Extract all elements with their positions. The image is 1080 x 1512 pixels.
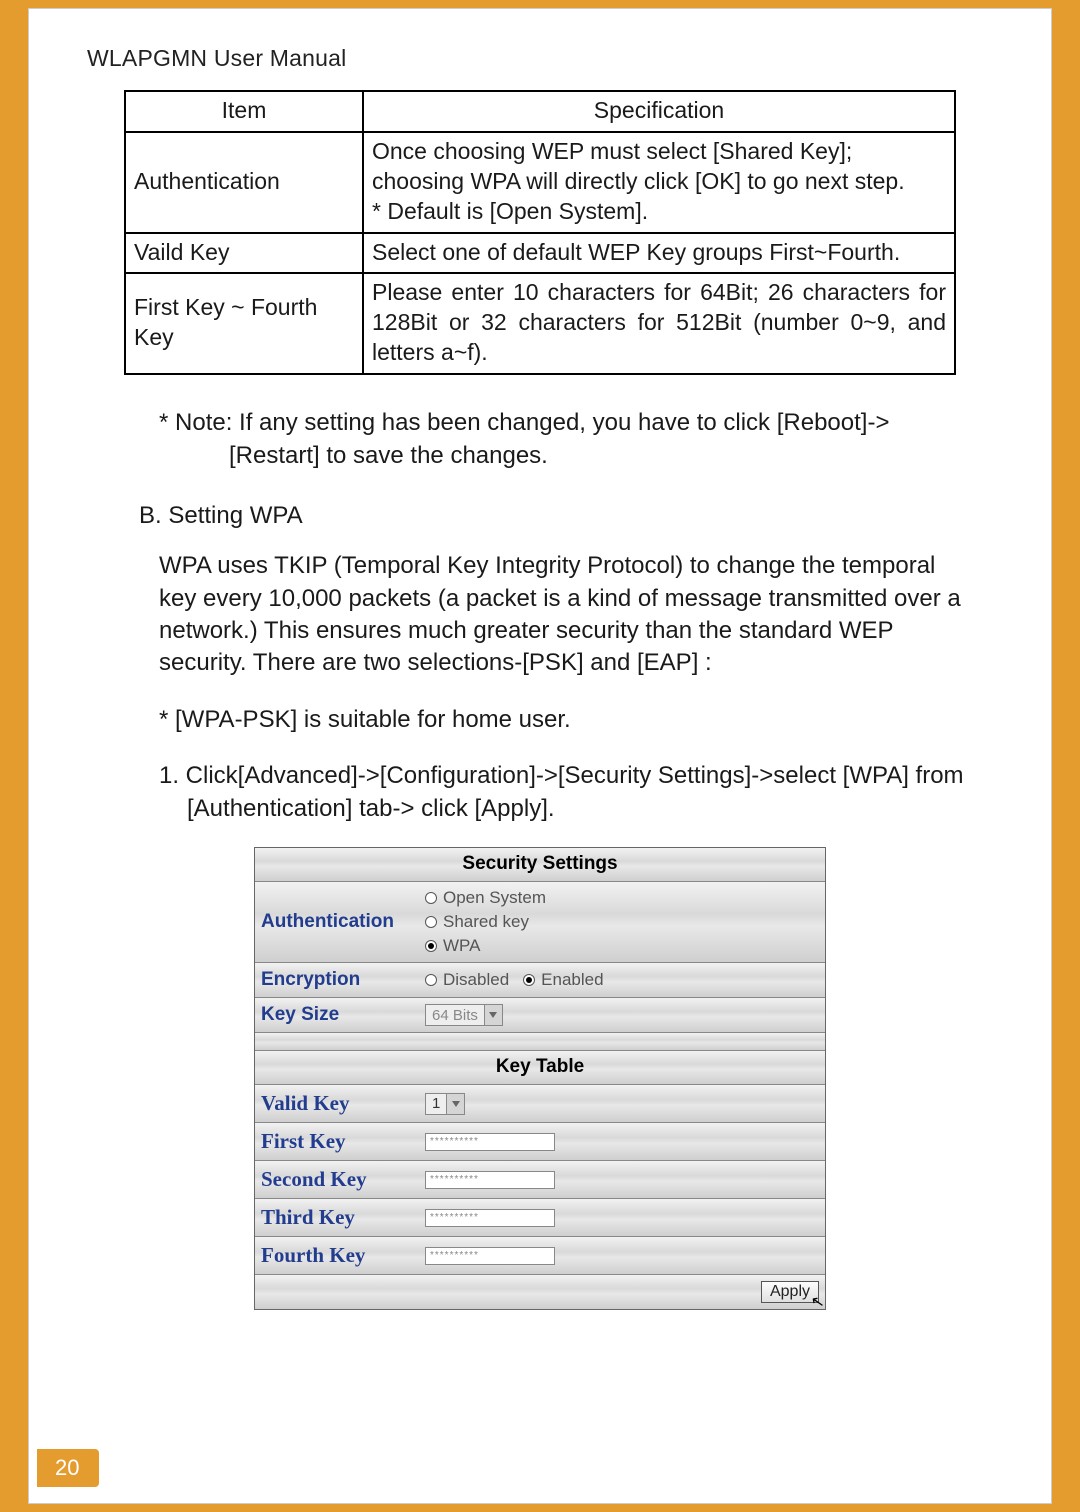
radio-icon [425, 916, 437, 928]
row-fourth-key: Fourth Key ********** [255, 1237, 825, 1275]
label-valid-key: Valid Key [255, 1085, 419, 1122]
cell-item: Vaild Key [125, 233, 363, 274]
radio-shared-key[interactable]: Shared key [425, 912, 529, 932]
select-value: 1 [426, 1095, 446, 1112]
cell-item: First Key ~ Fourth Key [125, 273, 363, 374]
cell-spec: Please enter 10 characters for 64Bit; 26… [363, 273, 955, 374]
radio-icon [425, 974, 437, 986]
panel-title-security: Security Settings [255, 848, 825, 882]
page-number: 20 [37, 1449, 99, 1487]
radio-label: Shared key [443, 912, 529, 932]
chevron-down-icon [484, 1005, 502, 1025]
apply-button[interactable]: Apply ↖ [761, 1281, 819, 1303]
spec-table: Item Specification Authentication Once c… [124, 90, 956, 375]
label-encryption: Encryption [255, 963, 419, 997]
valid-key-select[interactable]: 1 [425, 1093, 465, 1115]
psk-note: * [WPA-PSK] is suitable for home user. [159, 704, 973, 736]
manual-page: WLAPGMN User Manual Item Specification A… [28, 8, 1052, 1504]
radio-icon [425, 892, 437, 904]
keysize-select[interactable]: 64 Bits [425, 1004, 503, 1026]
label-fourth-key: Fourth Key [255, 1237, 419, 1274]
third-key-input[interactable]: ********** [425, 1209, 555, 1227]
chevron-down-icon [446, 1094, 464, 1114]
row-encryption: Encryption Disabled Enabled [255, 963, 825, 998]
second-key-input[interactable]: ********** [425, 1171, 555, 1189]
label-authentication: Authentication [255, 882, 419, 962]
fourth-key-input[interactable]: ********** [425, 1247, 555, 1265]
valid-key-value: 1 [419, 1085, 825, 1122]
radio-icon [523, 974, 535, 986]
table-row: Item Specification [125, 91, 955, 132]
cursor-icon: ↖ [809, 1291, 826, 1313]
label-second-key: Second Key [255, 1161, 419, 1198]
radio-wpa[interactable]: WPA [425, 936, 480, 956]
radio-label: Enabled [541, 970, 603, 990]
cell-item: Authentication [125, 132, 363, 233]
step-1: 1. Click[Advanced]->[Configuration]->[Se… [159, 760, 973, 825]
row-authentication: Authentication Open System Shared key WP… [255, 882, 825, 963]
table-row: Vaild Key Select one of default WEP Key … [125, 233, 955, 274]
section-heading: B. Setting WPA [139, 500, 973, 532]
radio-enc-disabled[interactable]: Disabled [425, 970, 509, 990]
auth-options: Open System Shared key WPA [419, 882, 825, 962]
label-keysize: Key Size [255, 998, 419, 1032]
radio-icon [425, 940, 437, 952]
label-first-key: First Key [255, 1123, 419, 1160]
cell-spec: Select one of default WEP Key groups Fir… [363, 233, 955, 274]
enc-options: Disabled Enabled [419, 963, 825, 997]
apply-label: Apply [770, 1283, 810, 1300]
radio-label: WPA [443, 936, 480, 956]
label-third-key: Third Key [255, 1199, 419, 1236]
radio-label: Open System [443, 888, 546, 908]
table-row: Authentication Once choosing WEP must se… [125, 132, 955, 233]
keysize-value: 64 Bits [419, 998, 825, 1032]
cell-spec: Once choosing WEP must select [Shared Ke… [363, 132, 955, 233]
col-header-item: Item [125, 91, 363, 132]
radio-open-system[interactable]: Open System [425, 888, 546, 908]
row-third-key: Third Key ********** [255, 1199, 825, 1237]
row-first-key: First Key ********** [255, 1123, 825, 1161]
table-row: First Key ~ Fourth Key Please enter 10 c… [125, 273, 955, 374]
row-keysize: Key Size 64 Bits [255, 998, 825, 1033]
col-header-spec: Specification [363, 91, 955, 132]
radio-label: Disabled [443, 970, 509, 990]
panel-title-keytable: Key Table [255, 1051, 825, 1085]
wpa-paragraph: WPA uses TKIP (Temporal Key Integrity Pr… [159, 550, 973, 680]
panel-spacer [255, 1033, 825, 1051]
apply-row: Apply ↖ [255, 1275, 825, 1309]
first-key-input[interactable]: ********** [425, 1133, 555, 1151]
row-second-key: Second Key ********** [255, 1161, 825, 1199]
running-head: WLAPGMN User Manual [87, 45, 993, 72]
row-valid-key: Valid Key 1 [255, 1085, 825, 1123]
radio-enc-enabled[interactable]: Enabled [523, 970, 603, 990]
security-settings-panel: Security Settings Authentication Open Sy… [254, 847, 826, 1310]
note-text: * Note: If any setting has been changed,… [159, 407, 973, 472]
select-value: 64 Bits [426, 1007, 484, 1024]
